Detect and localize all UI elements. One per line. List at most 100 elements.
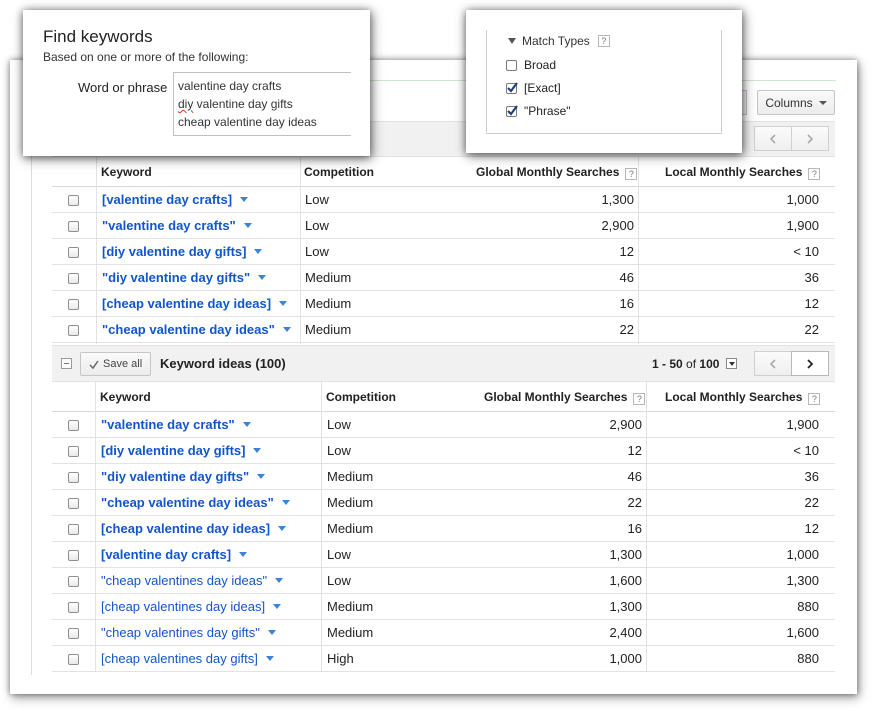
left-rule	[31, 130, 32, 675]
dropdown-caret-icon[interactable]	[239, 552, 248, 557]
match-type-option[interactable]: Broad	[506, 58, 556, 72]
keyword-link[interactable]: [cheap valentine day ideas]	[102, 296, 288, 311]
dropdown-caret-icon[interactable]	[282, 327, 291, 332]
next-page-button[interactable]	[791, 351, 829, 376]
row-checkbox[interactable]	[68, 299, 79, 310]
keyword-link[interactable]: "cheap valentines day ideas"	[101, 573, 284, 588]
dropdown-caret-icon[interactable]	[278, 526, 287, 531]
match-type-checkbox[interactable]	[506, 59, 517, 71]
match-types-header[interactable]: Match Types ?	[508, 34, 610, 48]
checkmark-icon	[89, 360, 99, 369]
global-searches-cell: 2,900	[601, 218, 634, 233]
word-or-phrase-label: Word or phrase	[78, 80, 168, 95]
row-checkbox[interactable]	[68, 446, 79, 457]
row-checkbox[interactable]	[68, 273, 79, 284]
keyword-link[interactable]: [valentine day crafts]	[102, 192, 249, 207]
row-checkbox[interactable]	[68, 472, 79, 483]
table-row: [cheap valentine day ideas] Medium 16 12	[52, 516, 835, 542]
local-searches-cell: < 10	[793, 244, 819, 259]
row-checkbox[interactable]	[68, 221, 79, 232]
table-header: Keyword Competition Global Monthly Searc…	[52, 382, 835, 412]
global-searches-cell: 1,600	[609, 573, 642, 588]
keyword-link[interactable]: [valentine day crafts]	[101, 547, 248, 562]
dropdown-caret-icon[interactable]	[254, 249, 263, 254]
misspelled-word: diy	[178, 97, 194, 111]
word-or-phrase-input[interactable]: valentine day crafts diy valentine day g…	[173, 72, 351, 136]
keyword-text: "diy valentine day gifts"	[101, 469, 250, 484]
dropdown-caret-icon[interactable]	[243, 223, 252, 228]
help-icon[interactable]: ?	[633, 393, 646, 405]
table-row: [valentine day crafts] Low 1,300 1,000	[52, 542, 835, 568]
find-keywords-subtitle: Based on one or more of the following:	[43, 50, 249, 64]
keyword-link[interactable]: "cheap valentine day ideas"	[101, 495, 290, 510]
dropdown-caret-icon[interactable]	[258, 275, 267, 280]
local-searches-cell: 1,000	[786, 192, 819, 207]
table-row: [valentine day crafts] Low 1,300 1,000	[52, 187, 835, 213]
match-type-option[interactable]: "Phrase"	[506, 104, 571, 118]
keyword-link[interactable]: "valentine day crafts"	[101, 417, 251, 432]
keyword-link[interactable]: [cheap valentine day ideas]	[101, 521, 287, 536]
columns-button[interactable]: Columns	[757, 90, 835, 115]
prev-page-button[interactable]	[754, 351, 792, 376]
competition-cell: Low	[305, 192, 329, 207]
keyword-link[interactable]: "cheap valentine day ideas"	[102, 322, 291, 337]
keyword-link[interactable]: "cheap valentines day gifts"	[101, 625, 276, 640]
dropdown-caret-icon[interactable]	[267, 630, 276, 635]
keyword-link[interactable]: "diy valentine day gifts"	[101, 469, 266, 484]
match-type-option[interactable]: [Exact]	[506, 81, 561, 95]
phrase-line: cheap valentine day ideas	[178, 115, 317, 129]
dropdown-caret-icon[interactable]	[257, 474, 266, 479]
row-checkbox[interactable]	[68, 576, 79, 587]
row-checkbox[interactable]	[68, 247, 79, 258]
help-icon[interactable]: ?	[625, 168, 638, 180]
local-searches-cell: < 10	[793, 443, 819, 458]
row-checkbox[interactable]	[68, 498, 79, 509]
row-checkbox[interactable]	[68, 628, 79, 639]
row-checkbox[interactable]	[68, 524, 79, 535]
dropdown-caret-icon[interactable]	[279, 301, 288, 306]
global-header-label: Global Monthly Searches	[484, 390, 628, 404]
row-checkbox[interactable]	[68, 325, 79, 336]
local-searches-cell: 1,900	[786, 218, 819, 233]
row-checkbox[interactable]	[68, 420, 79, 431]
help-icon[interactable]: ?	[597, 35, 610, 47]
collapse-icon[interactable]	[61, 358, 72, 369]
match-type-checkbox[interactable]	[506, 81, 518, 94]
dropdown-caret-icon[interactable]	[242, 422, 251, 427]
page-total: 100	[699, 357, 720, 371]
row-checkbox[interactable]	[68, 654, 79, 665]
help-icon[interactable]: ?	[808, 168, 821, 180]
keyword-link[interactable]: [diy valentine day gifts]	[102, 244, 263, 259]
next-page-button[interactable]	[791, 126, 829, 151]
keyword-link[interactable]: [cheap valentines day gifts]	[101, 651, 274, 666]
keyword-link[interactable]: "valentine day crafts"	[102, 218, 252, 233]
keyword-link[interactable]: [diy valentine day gifts]	[101, 443, 262, 458]
checkmark-icon	[507, 81, 518, 93]
dropdown-caret-icon[interactable]	[275, 578, 284, 583]
dropdown-caret-icon[interactable]	[281, 500, 290, 505]
page-size-dropdown[interactable]	[726, 358, 737, 369]
competition-cell: Low	[327, 443, 351, 458]
row-checkbox[interactable]	[68, 195, 79, 206]
row-checkbox[interactable]	[68, 550, 79, 561]
table-row: "valentine day crafts" Low 2,900 1,900	[52, 412, 835, 438]
table-row: "cheap valentine day ideas" Medium 22 22	[52, 490, 835, 516]
row-checkbox[interactable]	[68, 602, 79, 613]
dropdown-caret-icon[interactable]	[273, 604, 282, 609]
dropdown-caret-icon[interactable]	[253, 448, 262, 453]
save-all-button[interactable]: Save all	[80, 352, 152, 376]
match-type-checkbox[interactable]	[506, 104, 518, 117]
keyword-text: [cheap valentine day ideas]	[101, 521, 271, 536]
dropdown-caret-icon[interactable]	[240, 197, 249, 202]
competition-cell: Low	[305, 244, 329, 259]
dropdown-caret-icon[interactable]	[265, 656, 274, 661]
local-searches-cell: 22	[804, 322, 819, 337]
prev-page-button[interactable]	[754, 126, 792, 151]
find-keywords-title: Find keywords	[43, 27, 153, 46]
keyword-link[interactable]: "diy valentine day gifts"	[102, 270, 267, 285]
table-row: [cheap valentines day gifts] High 1,000 880	[52, 646, 835, 672]
help-icon[interactable]: ?	[808, 393, 821, 405]
keyword-text: "cheap valentines day ideas"	[101, 573, 268, 588]
keyword-link[interactable]: [cheap valentines day ideas]	[101, 599, 282, 614]
local-searches-cell: 22	[804, 495, 819, 510]
